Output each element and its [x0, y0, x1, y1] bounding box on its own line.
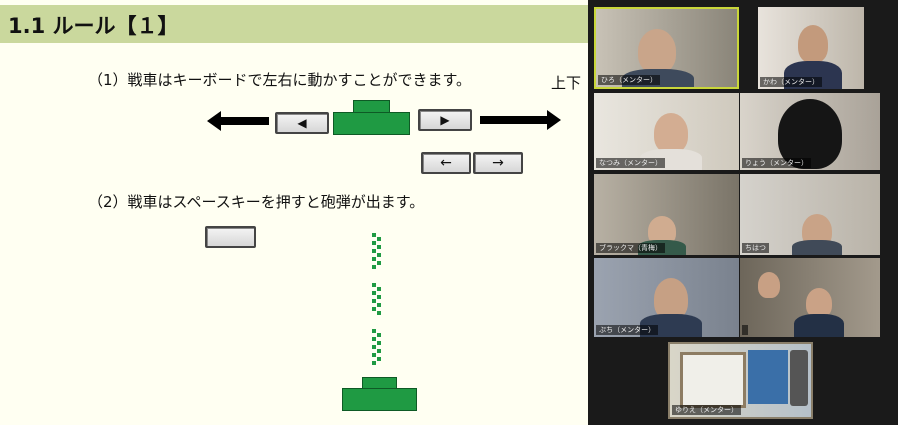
- participant-tile[interactable]: ひろ（メンター）: [594, 7, 739, 89]
- right-key: ▶: [418, 109, 472, 131]
- rule-1-tail-text: 上下: [551, 74, 582, 92]
- participant-name: ゆりえ（メンター）: [672, 405, 741, 415]
- curtain-background: [748, 350, 788, 404]
- arrow-right-key: →: [473, 152, 523, 174]
- rule-2-text: （2）戦車はスペースキーを押すと砲弾が出ます。: [88, 193, 425, 211]
- space-key: [205, 226, 256, 248]
- participant-name: りょう（メンター）: [742, 158, 811, 168]
- participant-name: [742, 325, 748, 335]
- left-arrow-icon: [207, 111, 269, 131]
- participant-tile[interactable]: りょう（メンター）: [740, 93, 880, 170]
- rule-1-text: （1）戦車はキーボードで左右に動かすことができます。: [88, 71, 472, 89]
- participant-name: ちはつ: [742, 243, 769, 253]
- window-background: [680, 352, 746, 408]
- participant-tile[interactable]: ブラックマ（青梅）: [594, 174, 739, 255]
- participant-face: [654, 113, 688, 153]
- tank-hull: [333, 112, 410, 135]
- participant-tile[interactable]: [740, 258, 880, 337]
- arrow-left-key: ←: [421, 152, 471, 174]
- participant-name: ぷち（メンター）: [596, 325, 659, 335]
- participant-tile[interactable]: ぷち（メンター）: [594, 258, 739, 337]
- video-gallery: ひろ（メンター） かわ（メンター） なつみ（メンター） りょう（メンター） ブラ…: [588, 0, 898, 425]
- participant-face: [638, 29, 676, 73]
- participant-name: かわ（メンター）: [760, 77, 822, 87]
- tank-bottom: [342, 377, 417, 411]
- right-arrow-icon: [480, 110, 561, 130]
- participant-name: ブラックマ（青梅）: [596, 243, 665, 253]
- fan-background: [790, 350, 808, 406]
- participant-face: [798, 25, 828, 63]
- participant-tile[interactable]: かわ（メンター）: [758, 7, 864, 89]
- presentation-slide: 1.1 ルール【１】 （1）戦車はキーボードで左右に動かすことができます。 上下…: [0, 0, 588, 425]
- participant-tile[interactable]: ちはつ: [740, 174, 880, 255]
- slide-title-bar: 1.1 ルール【１】: [0, 5, 588, 43]
- bullet-trail: [372, 233, 381, 365]
- participant-face: [758, 272, 780, 298]
- participant-body: [794, 314, 844, 337]
- participant-name: ひろ（メンター）: [598, 75, 660, 85]
- participant-tile[interactable]: ゆりえ（メンター）: [668, 342, 813, 419]
- slide-title: 1.1 ルール【１】: [8, 14, 179, 38]
- left-key: ◀: [275, 112, 329, 134]
- participant-name: なつみ（メンター）: [596, 158, 665, 168]
- participant-body: [792, 240, 842, 255]
- participant-tile[interactable]: なつみ（メンター）: [594, 93, 739, 170]
- tank-hull: [342, 388, 417, 411]
- tank-top: [333, 100, 410, 135]
